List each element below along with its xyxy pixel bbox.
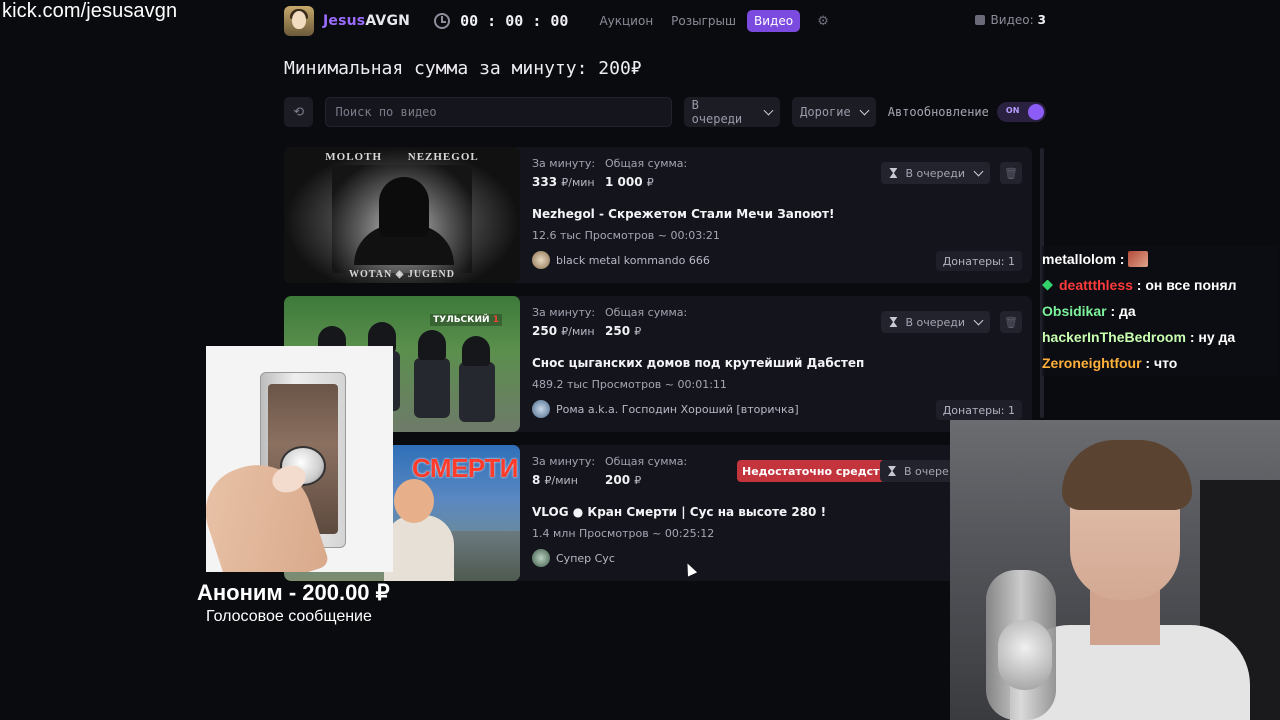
video-card: СМЕРТИ За минуту: Общая сумма: 8 ₽/мин 2… xyxy=(284,445,1032,581)
timer-value: 00 : 00 : 00 xyxy=(460,12,569,30)
channel-avatar xyxy=(532,549,550,567)
chat-message: hackerInTheBedroom : ну да xyxy=(1042,329,1236,345)
per-minute-value: 333 ₽/мин xyxy=(532,175,595,189)
delete-button[interactable]: 🗑 xyxy=(1000,311,1022,333)
chat-username: hackerInTheBedroom xyxy=(1042,329,1186,345)
page-title: Минимальная сумма за минуту: 200₽ xyxy=(284,58,642,79)
donation-alert-image xyxy=(206,346,393,572)
refresh-icon: ⟲ xyxy=(293,104,305,120)
hourglass-icon xyxy=(889,168,898,178)
channel-name: Рома a.k.a. Господин Хороший [вторичка] xyxy=(556,402,799,416)
donation-alert-name: Аноним - 200.00 ₽ xyxy=(197,580,390,605)
channel-name: black metal kommando 666 xyxy=(556,253,710,267)
chat-message: Zeroneightfour : что xyxy=(1042,355,1178,371)
hourglass-icon xyxy=(889,317,898,327)
video-meta: 489.2 тыс Просмотров ~ 00:01:11 xyxy=(532,378,727,391)
sort-dropdown[interactable]: Дорогие xyxy=(792,97,876,127)
refresh-button[interactable]: ⟲ xyxy=(284,97,314,127)
chat-text: он все понял xyxy=(1145,277,1237,293)
session-timer: 00 : 00 : 00 xyxy=(434,12,568,30)
per-minute-label: За минуту: xyxy=(532,157,596,170)
donation-alert-message: Голосовое сообщение xyxy=(206,608,372,625)
chat-text: что xyxy=(1154,355,1178,371)
per-minute-value: 250 ₽/мин xyxy=(532,324,595,338)
chat-text: ну да xyxy=(1198,329,1236,345)
per-minute-label: За минуту: xyxy=(532,306,596,319)
chevron-down-icon xyxy=(973,166,984,176)
stream-url-overlay: kick.com/jesusavgn xyxy=(2,0,178,22)
status-dropdown[interactable]: В очере xyxy=(880,460,957,482)
channel-logo: ТУЛЬСКИЙ 1 xyxy=(430,314,502,326)
total-value: 200 ₽ xyxy=(605,473,642,487)
chat-message: Obsidikar : да xyxy=(1042,303,1136,319)
channel: Супер Сус xyxy=(532,549,615,567)
badge-icon xyxy=(1042,279,1053,291)
autoupdate-label: Автообновление xyxy=(887,105,989,119)
chevron-down-icon xyxy=(763,105,774,115)
chat-username: Obsidikar xyxy=(1042,303,1107,319)
chat-username: Zeroneightfour xyxy=(1042,355,1142,371)
chat-username: deattthless xyxy=(1059,277,1133,293)
donors-badge[interactable]: Донатеры: 1 xyxy=(935,400,1022,420)
chat-message: deattthless : он все понял xyxy=(1042,272,1278,298)
insufficient-funds-badge: Недостаточно средств xyxy=(737,460,892,482)
channel-name: Супер Сус xyxy=(556,551,615,565)
logo-avatar xyxy=(284,6,314,36)
chat-text: да xyxy=(1119,303,1136,319)
video-title[interactable]: VLOG ● Кран Смерти | Сус на высоте 280 ! xyxy=(532,505,826,519)
search-input[interactable] xyxy=(325,97,672,127)
total-label: Общая сумма: xyxy=(605,306,688,319)
video-title[interactable]: Снос цыганских домов под крутейший Дабст… xyxy=(532,356,864,370)
video-title[interactable]: Nezhegol - Скрежетом Стали Мечи Запоют! xyxy=(532,207,834,221)
video-card: MOLOTH NEZHEGOL WOTAN ◈ JUGEND За минуту… xyxy=(284,147,1032,283)
video-meta: 1.4 млн Просмотров ~ 00:25:12 xyxy=(532,527,715,540)
channel-avatar xyxy=(532,400,550,418)
top-bar: JesusAVGN 00 : 00 : 00 Аукцион Розыгрыш … xyxy=(284,6,1046,36)
brand-name: JesusAVGN xyxy=(323,13,411,29)
hourglass-icon xyxy=(888,466,896,476)
chat-overlay: metallolom : deattthless : он все понял … xyxy=(1042,246,1278,376)
gear-icon[interactable]: ⚙ xyxy=(812,10,834,32)
chat-username: metallolom xyxy=(1042,251,1116,267)
status-dropdown[interactable]: В очереди xyxy=(881,311,990,333)
video-count: Видео: 3 xyxy=(974,13,1046,27)
video-thumbnail[interactable]: MOLOTH NEZHEGOL WOTAN ◈ JUGEND xyxy=(284,147,520,283)
nav-video[interactable]: Видео xyxy=(746,10,801,32)
trash-icon: 🗑 xyxy=(1004,166,1018,180)
video-count-value: 3 xyxy=(1037,13,1046,27)
emote-icon xyxy=(1128,251,1149,267)
filter-bar: ⟲ В очереди Дорогие Автообновление ON xyxy=(284,97,1046,127)
total-label: Общая сумма: xyxy=(605,157,688,170)
total-value: 250 ₽ xyxy=(605,324,642,338)
nav-auction[interactable]: Аукцион xyxy=(592,10,660,32)
total-label: Общая сумма: xyxy=(605,455,688,468)
per-minute-label: За минуту: xyxy=(532,455,596,468)
donors-badge[interactable]: Донатеры: 1 xyxy=(935,251,1022,271)
webcam-overlay xyxy=(950,420,1280,720)
video-card: ТУЛЬСКИЙ 1 За минуту: Общая сумма: 250 ₽… xyxy=(284,296,1032,432)
total-value: 1 000 ₽ xyxy=(605,175,654,189)
video-icon xyxy=(974,15,985,25)
chevron-down-icon xyxy=(973,315,984,325)
status-filter-dropdown[interactable]: В очереди xyxy=(683,97,781,127)
video-meta: 12.6 тыс Просмотров ~ 00:03:21 xyxy=(532,229,720,242)
channel: black metal kommando 666 xyxy=(532,251,710,269)
autoupdate-toggle[interactable]: ON xyxy=(996,102,1046,122)
chat-message: metallolom : xyxy=(1042,246,1278,272)
delete-button[interactable]: 🗑 xyxy=(1000,162,1022,184)
per-minute-value: 8 ₽/мин xyxy=(532,473,578,487)
chevron-down-icon xyxy=(859,105,870,115)
nav-giveaway[interactable]: Розыгрыш xyxy=(664,10,743,32)
main-nav: Аукцион Розыгрыш Видео ⚙ xyxy=(592,10,834,32)
channel-avatar xyxy=(532,251,550,269)
status-dropdown[interactable]: В очереди xyxy=(881,162,990,184)
trash-icon: 🗑 xyxy=(1004,315,1018,329)
clock-icon xyxy=(434,13,451,29)
channel: Рома a.k.a. Господин Хороший [вторичка] xyxy=(532,400,799,418)
